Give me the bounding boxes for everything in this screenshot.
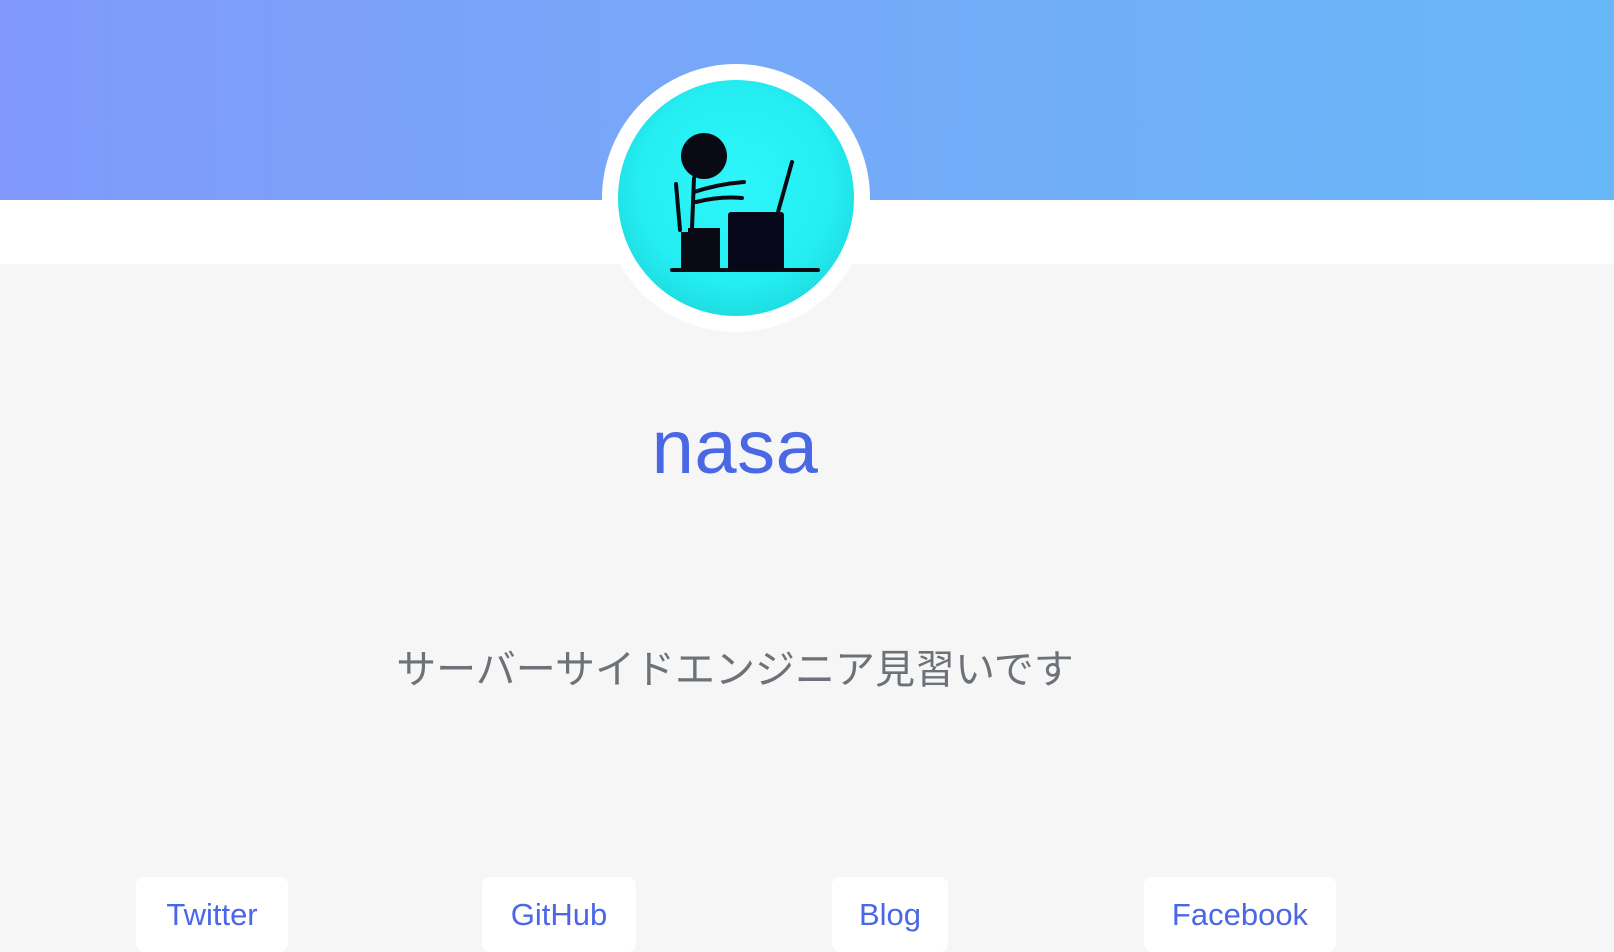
person-at-laptop-icon xyxy=(670,133,820,272)
profile-bio: サーバーサイドエンジニア見習いです xyxy=(396,647,1074,693)
github-link-button[interactable]: GitHub xyxy=(482,877,636,952)
blog-link-button[interactable]: Blog xyxy=(832,877,948,952)
avatar-frame xyxy=(602,64,870,332)
profile-name: nasa xyxy=(651,405,819,490)
twitter-link-button[interactable]: Twitter xyxy=(136,877,288,952)
avatar xyxy=(618,80,854,316)
facebook-link-button[interactable]: Facebook xyxy=(1144,877,1336,952)
